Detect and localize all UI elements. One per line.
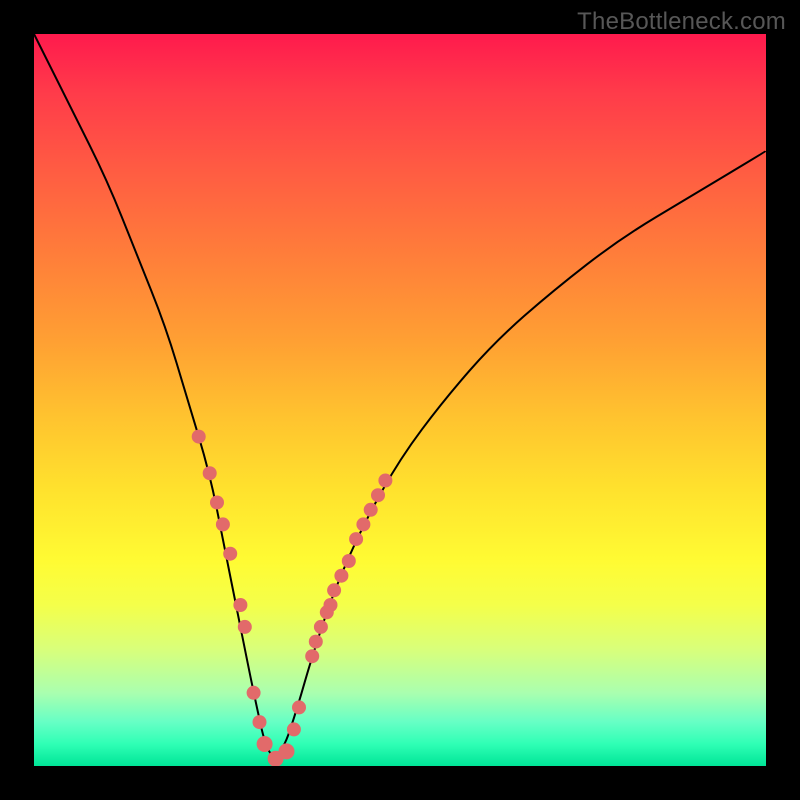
sample-dot bbox=[238, 620, 252, 634]
sample-dot bbox=[324, 598, 338, 612]
sample-dot bbox=[342, 554, 356, 568]
watermark-text: TheBottleneck.com bbox=[577, 8, 786, 36]
sample-dot bbox=[287, 722, 301, 736]
sample-dot bbox=[378, 474, 392, 488]
sample-dot bbox=[253, 715, 267, 729]
sample-dot bbox=[334, 569, 348, 583]
chart-svg bbox=[34, 34, 766, 766]
sample-dot bbox=[364, 503, 378, 517]
sample-dot bbox=[279, 743, 295, 759]
sample-dot bbox=[216, 517, 230, 531]
sample-dot bbox=[192, 430, 206, 444]
sample-dot bbox=[292, 700, 306, 714]
sample-dot bbox=[371, 488, 385, 502]
sample-dot bbox=[309, 635, 323, 649]
sample-dots-group bbox=[192, 430, 393, 766]
sample-dot bbox=[203, 466, 217, 480]
sample-dot bbox=[233, 598, 247, 612]
sample-dot bbox=[356, 517, 370, 531]
plot-area bbox=[34, 34, 766, 766]
chart-frame: TheBottleneck.com bbox=[0, 0, 800, 800]
sample-dot bbox=[223, 547, 237, 561]
sample-dot bbox=[349, 532, 363, 546]
sample-dot bbox=[327, 583, 341, 597]
sample-dot bbox=[314, 620, 328, 634]
sample-dot bbox=[210, 496, 224, 510]
sample-dot bbox=[305, 649, 319, 663]
bottleneck-curve bbox=[34, 34, 766, 755]
sample-dot bbox=[247, 686, 261, 700]
sample-dot bbox=[257, 736, 273, 752]
